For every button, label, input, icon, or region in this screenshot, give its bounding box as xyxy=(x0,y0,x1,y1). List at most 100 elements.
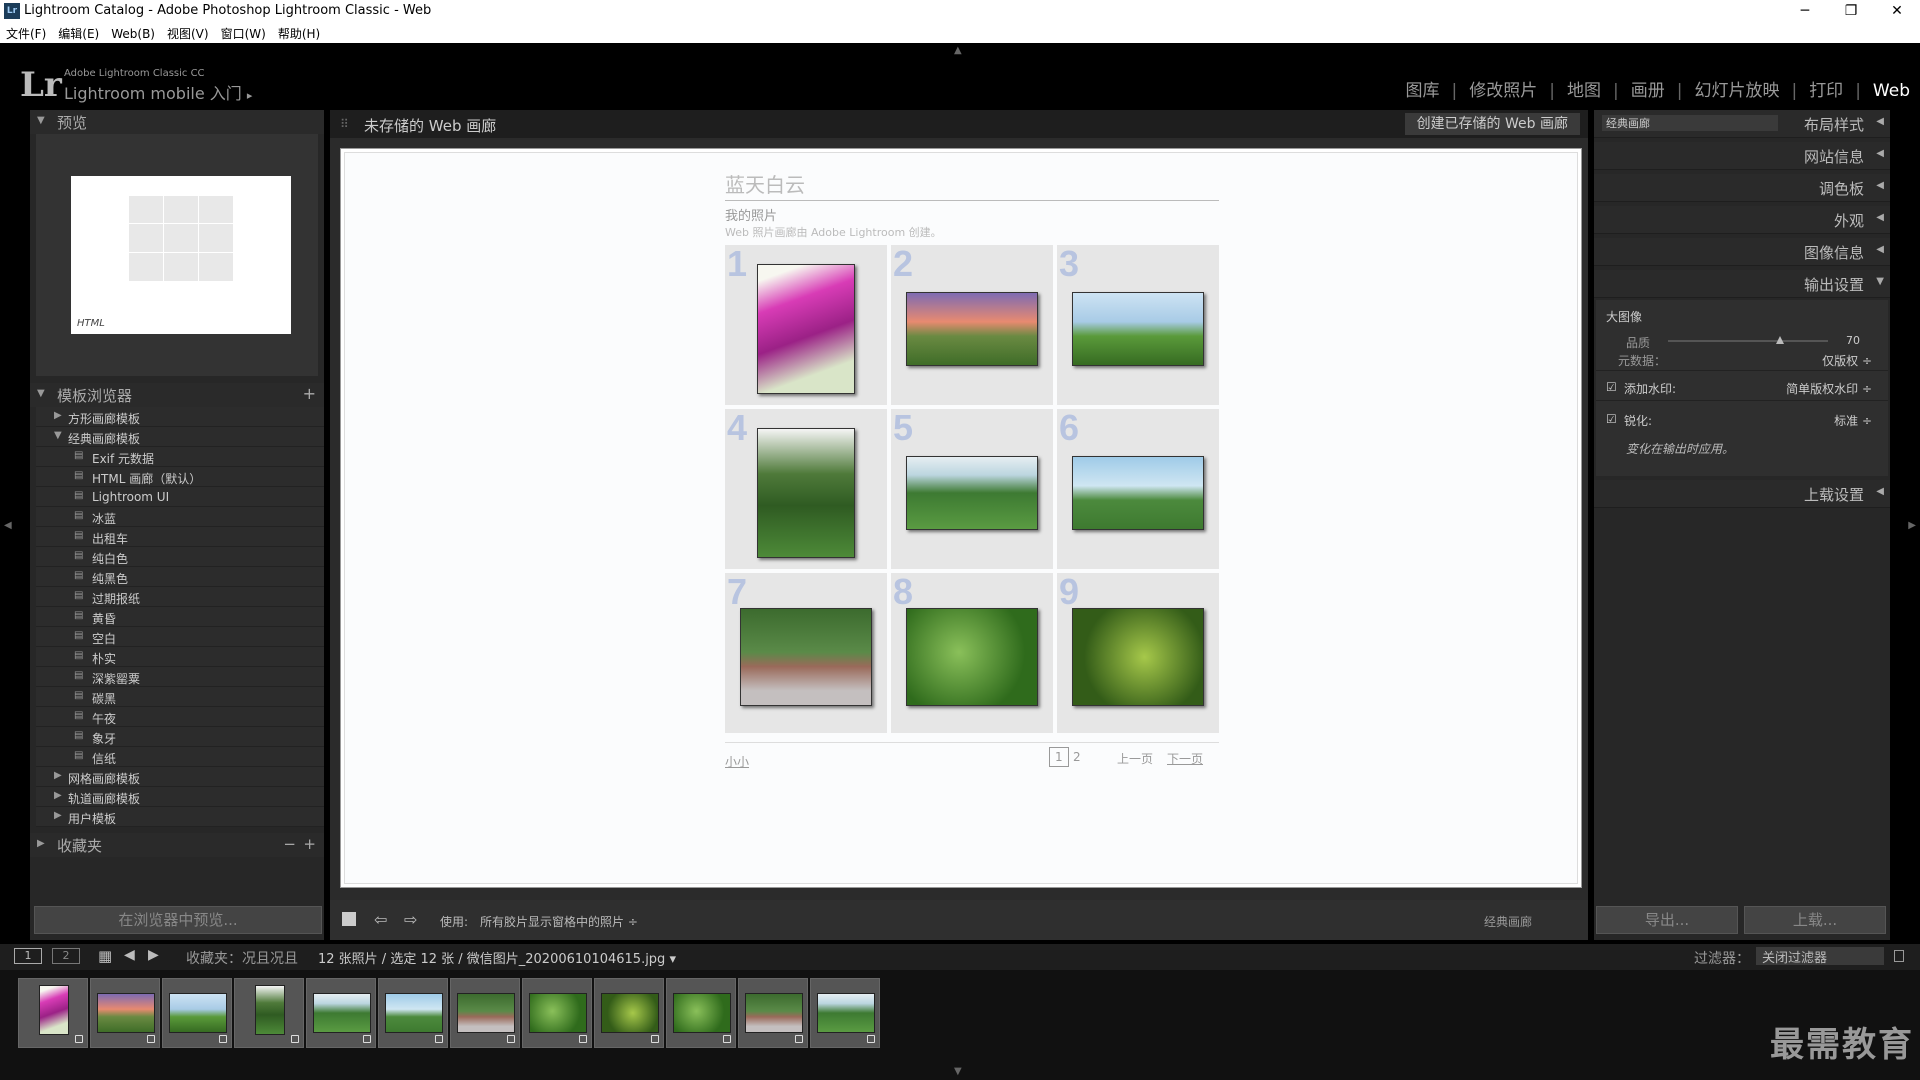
arrow-right-icon[interactable]: ⇨ xyxy=(404,910,417,929)
collections-header[interactable]: ▶ 收藏夹 − + xyxy=(30,833,324,857)
collapse-right-icon[interactable]: ▶ xyxy=(1908,520,1916,531)
template-item[interactable]: ▤ 出租车 xyxy=(36,527,324,547)
template-item[interactable]: ▤ Exif 元数据 xyxy=(36,447,324,467)
template-item[interactable]: ▤ 深紫罂粟 xyxy=(36,667,324,687)
remove-collection-icon[interactable]: − xyxy=(283,835,296,853)
template-item[interactable]: ▤ 象牙 xyxy=(36,727,324,747)
filter-lock-icon[interactable] xyxy=(1894,950,1904,962)
back-icon[interactable]: ◀ xyxy=(124,947,135,963)
menu-window[interactable]: 窗口(W) xyxy=(215,23,272,44)
template-item[interactable]: ▤ 朴实 xyxy=(36,647,324,667)
gallery-cell[interactable]: 6 xyxy=(1057,407,1219,569)
collapse-top-icon[interactable]: ▲ xyxy=(954,45,962,56)
gallery-cell[interactable]: 9 xyxy=(1057,571,1219,733)
gallery-cell[interactable]: 5 xyxy=(891,407,1053,569)
gallery-cell[interactable]: 1 xyxy=(725,243,887,405)
upload-settings-header[interactable]: 上载设置 ◀ xyxy=(1594,480,1890,508)
template-item[interactable]: ▤ 冰蓝 xyxy=(36,507,324,527)
forward-icon[interactable]: ▶ xyxy=(148,947,159,963)
template-folder[interactable]: ▶ 方形画廊模板 xyxy=(36,407,324,427)
template-folder[interactable]: ▼ 经典画廊模板 xyxy=(36,427,324,447)
close-button[interactable]: ✕ xyxy=(1874,1,1920,21)
module-map[interactable]: 地图 xyxy=(1567,81,1601,101)
template-folder[interactable]: ▶ 轨道画廊模板 xyxy=(36,787,324,807)
template-item[interactable]: ▤ 碳黑 xyxy=(36,687,324,707)
source-label[interactable]: 收藏夹：况且况且 xyxy=(186,948,298,968)
collapse-left-icon[interactable]: ◀ xyxy=(4,520,12,531)
template-folder[interactable]: ▶ 网格画廊模板 xyxy=(36,767,324,787)
gallery-photo[interactable] xyxy=(906,456,1038,530)
layout-style-header[interactable]: 经典画廊 布局样式 ◀ xyxy=(1594,110,1890,138)
image-info-header[interactable]: 图像信息 ◀ xyxy=(1594,238,1890,266)
metadata-select[interactable]: 仅版权 ÷ xyxy=(1822,352,1872,369)
filmstrip-thumbnail[interactable] xyxy=(666,978,736,1048)
menu-help[interactable]: 帮助(H) xyxy=(272,23,326,44)
menu-web[interactable]: Web(B) xyxy=(105,25,161,43)
collapse-bottom-icon[interactable]: ▼ xyxy=(954,1066,962,1077)
module-book[interactable]: 画册 xyxy=(1631,81,1665,101)
filmstrip-thumbnail[interactable] xyxy=(90,978,160,1048)
add-template-icon[interactable]: + xyxy=(303,384,316,403)
template-item[interactable]: ▤ 黄昏 xyxy=(36,607,324,627)
filmstrip-thumbnail[interactable] xyxy=(522,978,592,1048)
site-info-header[interactable]: 网站信息 ◀ xyxy=(1594,142,1890,170)
template-browser-header[interactable]: ▼ 模板浏览器 + xyxy=(30,383,324,407)
template-item[interactable]: ▤ 纯黑色 xyxy=(36,567,324,587)
collection-description[interactable]: Web 照片画廊由 Adobe Lightroom 创建。 xyxy=(725,224,942,240)
sharpen-select[interactable]: 标准 ÷ xyxy=(1834,412,1872,429)
next-page-link[interactable]: 下一页 xyxy=(1167,750,1203,767)
sharpen-checkbox[interactable]: ☑ xyxy=(1606,412,1617,426)
gallery-photo[interactable] xyxy=(906,292,1038,366)
contact-link[interactable]: 小小 xyxy=(725,753,749,770)
upload-button[interactable]: 上载... xyxy=(1744,906,1886,934)
template-item[interactable]: ▤ 午夜 xyxy=(36,707,324,727)
filmstrip-thumbnail[interactable] xyxy=(594,978,664,1048)
watermark-checkbox[interactable]: ☑ xyxy=(1606,380,1617,394)
menu-file[interactable]: 文件(F) xyxy=(0,23,52,44)
menu-view[interactable]: 视图(V) xyxy=(161,23,215,44)
appearance-header[interactable]: 外观 ◀ xyxy=(1594,206,1890,234)
quality-value[interactable]: 70 xyxy=(1846,334,1860,347)
gallery-cell[interactable]: 7 xyxy=(725,571,887,733)
filmstrip-thumbnail[interactable] xyxy=(306,978,376,1048)
add-collection-icon[interactable]: + xyxy=(303,835,316,853)
prev-page-link[interactable]: 上一页 xyxy=(1117,750,1153,767)
preview-in-browser-button[interactable]: 在浏览器中预览... xyxy=(34,906,322,934)
module-library[interactable]: 图库 xyxy=(1406,81,1440,101)
gallery-photo[interactable] xyxy=(1072,292,1204,366)
filmstrip-thumbnail[interactable] xyxy=(18,978,88,1048)
module-print[interactable]: 打印 xyxy=(1809,81,1843,101)
stop-icon[interactable] xyxy=(342,912,356,926)
gallery-photo[interactable] xyxy=(1072,608,1204,706)
gallery-photo[interactable] xyxy=(1072,456,1204,530)
filmstrip-thumbnail[interactable] xyxy=(162,978,232,1048)
grid-icon[interactable]: ▦ xyxy=(98,947,112,965)
module-slideshow[interactable]: 幻灯片放映 xyxy=(1694,81,1779,101)
module-develop[interactable]: 修改照片 xyxy=(1469,81,1537,101)
gallery-cell[interactable]: 3 xyxy=(1057,243,1219,405)
template-item[interactable]: ▤ 过期报纸 xyxy=(36,587,324,607)
output-settings-header[interactable]: 输出设置 ▼ xyxy=(1594,270,1890,298)
photo-count[interactable]: 12 张照片 / 选定 12 张 / 微信图片_20200610104615.j… xyxy=(318,948,676,967)
quality-slider-thumb[interactable] xyxy=(1776,336,1784,344)
preview-panel-header[interactable]: ▼ 预览 xyxy=(30,110,324,134)
use-select[interactable]: 所有胶片显示窗格中的照片 ÷ xyxy=(480,913,638,930)
view-1-button[interactable]: 1 xyxy=(14,948,42,964)
view-2-button[interactable]: 2 xyxy=(52,948,80,964)
filmstrip-thumbnail[interactable] xyxy=(738,978,808,1048)
page-2[interactable]: 2 xyxy=(1073,750,1081,764)
filmstrip-thumbnail[interactable] xyxy=(450,978,520,1048)
watermark-select[interactable]: 简单版权水印 ÷ xyxy=(1786,380,1872,397)
template-item[interactable]: ▤ 信纸 xyxy=(36,747,324,767)
template-item[interactable]: ▤ 空白 xyxy=(36,627,324,647)
identity-line2[interactable]: Lightroom mobile 入门 ▸ xyxy=(64,80,252,104)
create-saved-gallery-button[interactable]: 创建已存储的 Web 画廊 xyxy=(1404,113,1580,135)
template-item[interactable]: ▤ HTML 画廊（默认） xyxy=(36,467,324,487)
template-item[interactable]: ▤ Lightroom UI xyxy=(36,487,324,507)
gallery-cell[interactable]: 8 xyxy=(891,571,1053,733)
color-palette-header[interactable]: 调色板 ◀ xyxy=(1594,174,1890,202)
gallery-photo[interactable] xyxy=(757,428,855,558)
site-title[interactable]: 蓝天白云 xyxy=(725,169,1219,201)
gallery-photo[interactable] xyxy=(740,608,872,706)
gallery-cell[interactable]: 4 xyxy=(725,407,887,569)
